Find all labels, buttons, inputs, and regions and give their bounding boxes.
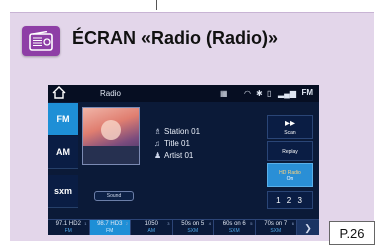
preset-number: 1 [84, 221, 87, 226]
preset-number: 5 [250, 221, 253, 226]
preset-band: SXM [270, 228, 282, 234]
bluetooth-icon: ✱ [256, 89, 263, 98]
band-sxm-button[interactable]: sxm [48, 175, 78, 208]
next-presets-icon[interactable]: ❯ [297, 220, 319, 235]
phone-icon: ▦ [220, 89, 228, 98]
preset-number: 6 [291, 221, 294, 226]
preset-bar: 1 97.1 HD2 FM 2 98.7 HD3 FM 3 1050 AM 4 50s on 5 SX… [48, 219, 319, 235]
track-title: Title 01 [164, 139, 190, 148]
hd-radio-button[interactable]: HD Radio On [267, 163, 313, 187]
radio-icon [22, 26, 60, 56]
lock-icon: ▯ [267, 89, 272, 98]
preset-button[interactable]: 3 1050 AM [131, 220, 173, 235]
wifi-icon: ◠ [244, 89, 251, 98]
band-selector: FM AM sxm [48, 103, 78, 218]
preset-frequency: 50s on 5 [181, 221, 205, 227]
replay-button[interactable]: Replay [267, 141, 313, 161]
preset-band: FM [106, 228, 114, 234]
section-panel: ÉCRAN «Radio (Radio)» Radio ▦ ◠ ✱ ▯ ▂▄▆ … [10, 12, 375, 245]
artist-icon: ♟ [154, 151, 162, 160]
status-label: Radio [100, 89, 121, 98]
fast-forward-icon: ▸▸ [284, 118, 296, 129]
preset-band: FM [64, 228, 72, 234]
album-art-sun [101, 120, 121, 140]
page-reference: P.26 [329, 221, 375, 245]
preset-number: 3 [167, 221, 170, 226]
sound-button[interactable]: Sound [94, 191, 134, 201]
hd-radio-state: On [286, 176, 294, 182]
preset-frequency: 60s on 6 [222, 221, 246, 227]
preset-frequency: 98.7 HD3 [97, 221, 123, 227]
music-note-icon: ♫ [154, 139, 160, 148]
preset-button[interactable]: 5 60s on 6 SXM [214, 220, 256, 235]
top-divider-tick [156, 0, 157, 10]
preset-number: 4 [208, 221, 211, 226]
preset-band: SXM [187, 228, 199, 234]
preset-frequency: 70s on 7 [264, 221, 288, 227]
album-art-ground [83, 146, 139, 164]
preset-button[interactable]: 1 97.1 HD2 FM [48, 220, 90, 235]
page-numbers: 1 2 3 [276, 196, 304, 205]
preset-band: SXM [228, 228, 240, 234]
status-bar: Radio ▦ ◠ ✱ ▯ ▂▄▆ FM [48, 85, 319, 102]
radio-screen: Radio ▦ ◠ ✱ ▯ ▂▄▆ FM FM AM sxm ♗ Station … [48, 85, 319, 235]
preset-band: AM [147, 228, 156, 234]
preset-frequency: 97.1 HD2 [55, 221, 81, 227]
station-row: ♗ Station 01 [154, 127, 200, 136]
artist-row: ♟ Artist 01 [154, 151, 193, 160]
preset-button[interactable]: 6 70s on 7 SXM [256, 220, 297, 235]
preset-number: 2 [125, 221, 128, 226]
station-icon: ♗ [154, 127, 162, 136]
preset-frequency: 1050 [144, 221, 158, 227]
station-name: Station 01 [164, 127, 201, 136]
page-title: ÉCRAN «Radio (Radio)» [72, 28, 279, 48]
scan-button[interactable]: ▸▸ Scan [267, 115, 313, 139]
band-indicator: FM [301, 88, 313, 97]
band-fm-button[interactable]: FM [48, 103, 78, 135]
home-icon[interactable] [52, 86, 66, 101]
artist-name: Artist 01 [164, 151, 194, 160]
page-selector[interactable]: 1 2 3 [267, 191, 313, 209]
preset-button[interactable]: 4 50s on 5 SXM [173, 220, 214, 235]
band-am-button[interactable]: AM [48, 136, 78, 169]
scan-label: Scan [284, 130, 296, 136]
preset-button[interactable]: 2 98.7 HD3 FM [89, 220, 131, 235]
title-row: ♫ Title 01 [154, 139, 190, 148]
signal-icon: ▂▄▆ [278, 89, 296, 98]
album-art [82, 107, 140, 165]
